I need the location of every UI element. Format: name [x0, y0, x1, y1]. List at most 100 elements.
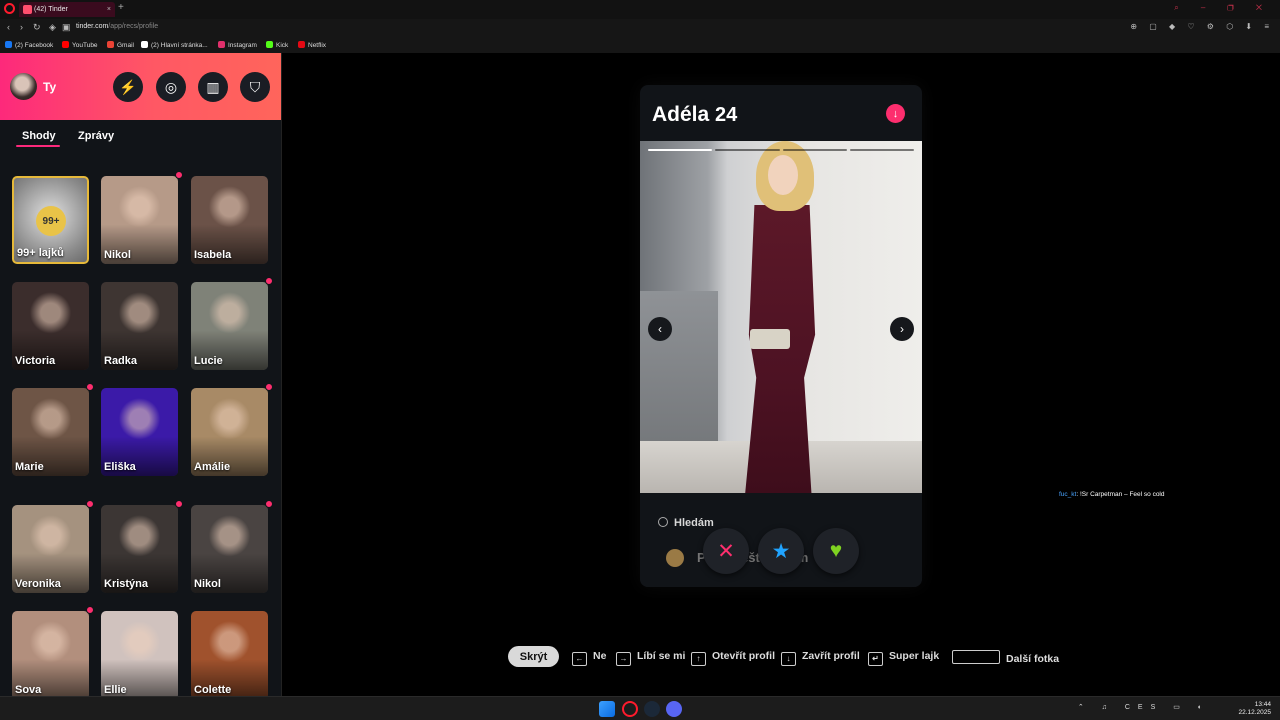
instagram-icon	[218, 41, 225, 48]
match-card[interactable]: Nikol	[191, 505, 268, 593]
sidebar-tabs: Shody Zprávy	[0, 120, 281, 156]
bolt-icon: ⚡	[119, 78, 137, 95]
browser-toolbar-icons[interactable]: ⊕ ▢ ◆ ♡ ⚙ ⬡ ⬇ ≡	[1130, 22, 1274, 31]
bookmark-facebook[interactable]: (2) Facebook	[5, 41, 53, 49]
active-tab-indicator	[16, 145, 60, 147]
new-match-dot	[86, 500, 94, 508]
reload-icon[interactable]: ↻	[33, 22, 41, 33]
browser-tab[interactable]: (42) Tinder ×	[19, 2, 115, 17]
match-card[interactable]: Nikol	[101, 176, 178, 264]
window-controls[interactable]: ⌕ – ❐ ✕	[1174, 3, 1272, 13]
close-profile-button[interactable]: ↓	[886, 104, 905, 123]
space-key-icon	[952, 650, 1000, 664]
match-card[interactable]: Colette	[191, 611, 268, 696]
lock-icon[interactable]: ▣	[62, 22, 71, 33]
matches-sidebar: Ty ⚡ ◎ ▥ ⛉ Shody Zprávy 99+ 99+ lajků ♥ …	[0, 53, 282, 696]
bookmark-youtube[interactable]: YouTube	[62, 41, 98, 49]
photo-progress-bar	[648, 149, 914, 152]
match-name: Ellie	[104, 684, 127, 696]
next-photo-button[interactable]: ›	[890, 317, 914, 341]
clock-date: 22.12.2025	[1238, 709, 1271, 716]
browser-tab-bar: (42) Tinder × + ⌕ – ❐ ✕	[0, 0, 1280, 19]
match-card[interactable]: Isabela	[191, 176, 268, 264]
arrow-right-key-icon: →	[616, 652, 631, 666]
match-name: Marie	[15, 461, 44, 473]
match-card[interactable]: Amálie	[191, 388, 268, 476]
work-mode-button[interactable]: ▥	[198, 72, 228, 102]
match-name: Amálie	[194, 461, 231, 473]
match-card[interactable]: Eliška	[101, 388, 178, 476]
forward-icon[interactable]: ›	[20, 22, 23, 32]
match-card[interactable]: Sova	[12, 611, 89, 696]
tab-messages[interactable]: Zprávy	[78, 130, 114, 142]
previous-photo-button[interactable]: ‹	[648, 317, 672, 341]
system-tray[interactable]: ⌃ ♫ CES ▭ ◐	[1078, 703, 1210, 711]
match-name: Victoria	[15, 355, 56, 367]
safety-button[interactable]: ⛉	[240, 72, 270, 102]
like-button[interactable]: ♥	[813, 528, 859, 574]
arrow-down-key-icon: ↓	[781, 652, 796, 666]
new-match-dot	[86, 606, 94, 614]
match-card[interactable]: Marie	[12, 388, 89, 476]
explore-button[interactable]: ◎	[156, 72, 186, 102]
language-indicator[interactable]: CES	[1125, 704, 1163, 711]
profile-details: Hledám Pořád ještě nevím ✕ ★ ♥	[640, 497, 922, 587]
close-tab-icon[interactable]: ×	[107, 2, 111, 17]
chevron-left-icon: ‹	[658, 322, 662, 336]
boost-button[interactable]: ⚡	[113, 72, 143, 102]
likes-label: 99+ lajků	[17, 247, 64, 259]
photo-clutch-shape	[750, 329, 790, 349]
chat-overlay: fuc_kt: !Sr Carpetman – Feel so cold	[1059, 491, 1165, 498]
bookmark-gmail[interactable]: Gmail	[107, 41, 134, 49]
sidebar-header: Ty ⚡ ◎ ▥ ⛉	[0, 53, 281, 120]
match-name: Lucie	[194, 355, 223, 367]
thinking-emoji-icon	[666, 549, 684, 567]
looking-for-heading: Hledám	[658, 517, 714, 529]
opera-logo-icon[interactable]	[4, 3, 15, 14]
match-card[interactable]: Lucie	[191, 282, 268, 370]
bookmark-x[interactable]: (2) Hlavní stránka...	[141, 41, 208, 49]
url-host: tinder.com	[76, 23, 109, 30]
url-field[interactable]: tinder.com/app/recs/profile	[76, 23, 158, 30]
photo-progress-segment	[648, 149, 713, 151]
profile-card-age: 24	[715, 104, 738, 126]
shortcut-nope: ← Ne	[572, 650, 606, 666]
profile-photo[interactable]: ‹ ›	[640, 141, 922, 493]
arrow-up-key-icon: ↑	[691, 652, 706, 666]
bookmark-kick[interactable]: Kick	[266, 41, 288, 49]
address-bar: ‹ › ↻ ◈ ▣ tinder.com/app/recs/profile ⊕ …	[0, 19, 1280, 37]
match-name: Colette	[194, 684, 232, 696]
match-card[interactable]: Ellie	[101, 611, 178, 696]
tab-title: (42) Tinder	[34, 6, 68, 13]
match-card[interactable]: Radka	[101, 282, 178, 370]
profile-card: Adéla 24 ↓ ‹ › Hledám Pořád ještě nevím …	[640, 85, 922, 587]
likes-you-card[interactable]: 99+ 99+ lajků	[12, 176, 89, 264]
super-like-button[interactable]: ★	[758, 528, 804, 574]
steam-icon[interactable]	[644, 701, 660, 717]
close-icon: ✕	[717, 539, 735, 563]
clock[interactable]: 13:44 22.12.2025	[1238, 701, 1271, 717]
match-card[interactable]: Victoria	[12, 282, 89, 370]
chevron-right-icon: ›	[900, 322, 904, 336]
shield-icon[interactable]: ◈	[49, 22, 56, 33]
match-card[interactable]: Kristýna	[101, 505, 178, 593]
nope-button[interactable]: ✕	[703, 528, 749, 574]
avatar[interactable]	[10, 73, 37, 100]
new-tab-button[interactable]: +	[118, 2, 124, 13]
url-path: /app/recs/profile	[108, 23, 159, 30]
bookmark-netflix[interactable]: Netflix	[298, 41, 326, 49]
bookmarks-bar: (2) Facebook YouTube Gmail (2) Hlavní st…	[0, 37, 1280, 53]
profile-name[interactable]: Ty	[43, 80, 56, 94]
new-match-dot	[265, 500, 273, 508]
hide-shortcuts-button[interactable]: Skrýt	[508, 646, 559, 667]
profile-title: Adéla 24	[652, 103, 737, 127]
shortcut-next-photo: Další fotka	[952, 650, 1059, 665]
tab-matches[interactable]: Shody	[22, 130, 56, 142]
discord-icon[interactable]	[666, 701, 682, 717]
windows-start-icon[interactable]	[599, 701, 615, 717]
back-icon[interactable]: ‹	[7, 22, 10, 32]
match-name: Isabela	[194, 249, 232, 261]
opera-gx-icon[interactable]	[622, 701, 638, 717]
bookmark-instagram[interactable]: Instagram	[218, 41, 257, 49]
match-card[interactable]: Veronika	[12, 505, 89, 593]
